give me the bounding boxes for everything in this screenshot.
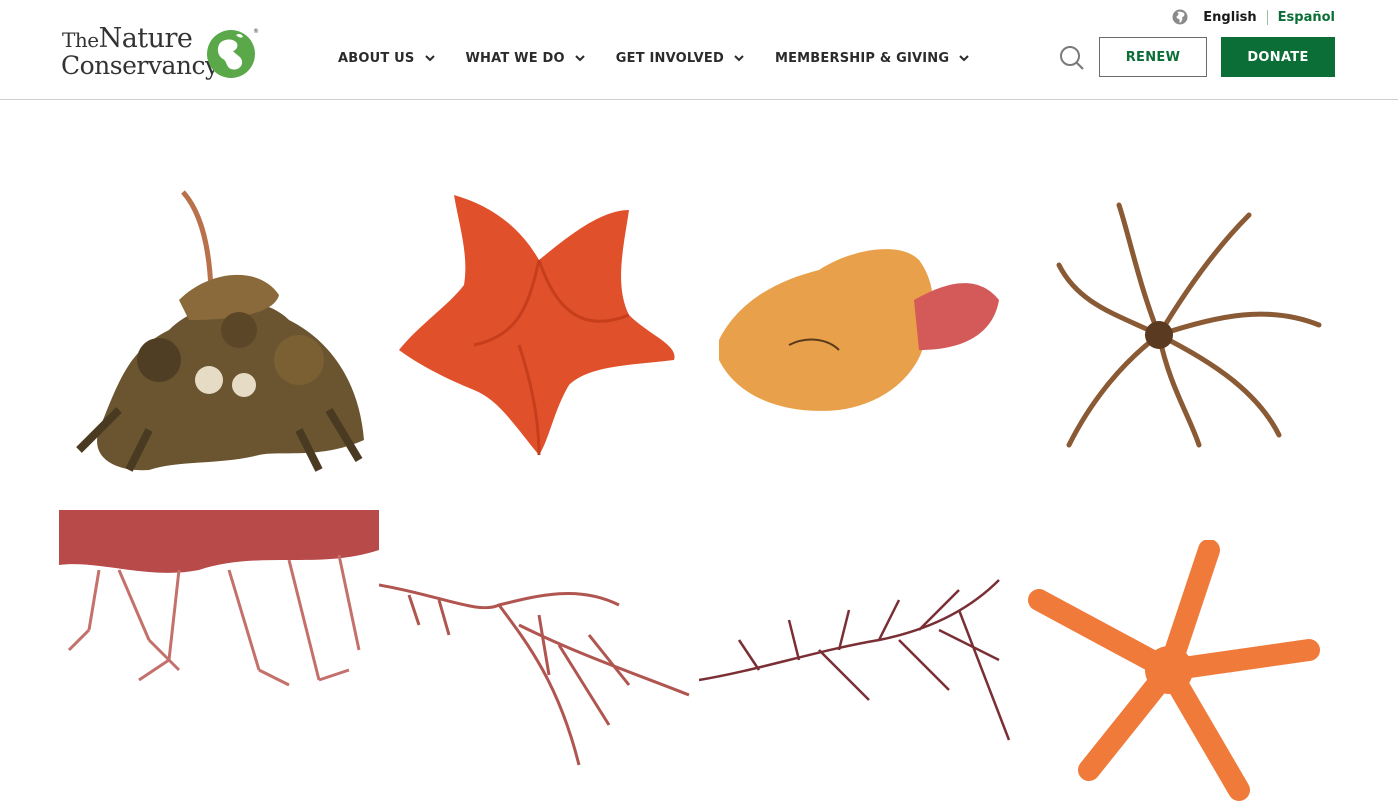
main-nav: ABOUT US WHAT WE DO GET INVOLVED MEMBERS… [338, 49, 1000, 67]
specimen-sea-sponge [699, 240, 1019, 420]
donate-button[interactable]: DONATE [1221, 37, 1335, 77]
specimen-decorator-crab [59, 180, 379, 480]
chevron-down-icon [959, 55, 969, 62]
logo-nature: Nature [98, 23, 193, 54]
globe-icon [1172, 9, 1188, 25]
red-seaweed-branching-image [699, 579, 1011, 741]
red-seaweed-feathery-image [379, 583, 690, 766]
renew-button[interactable]: RENEW [1099, 37, 1207, 77]
language-english[interactable]: English [1203, 9, 1268, 25]
sea-star-image [1028, 540, 1320, 801]
logo-conservancy: Conservancy [61, 51, 219, 80]
nav-get-involved[interactable]: GET INVOLVED [616, 49, 744, 67]
specimen-feather-star [1019, 195, 1339, 455]
specimen-sea-star [1019, 540, 1339, 810]
nav-what-we-do-label: WHAT WE DO [465, 50, 565, 66]
decorator-crab-image [76, 190, 364, 472]
nav-membership-giving[interactable]: MEMBERSHIP & GIVING [775, 49, 969, 67]
specimen-bat-star [379, 185, 699, 475]
nav-what-we-do[interactable]: WHAT WE DO [466, 49, 585, 67]
nav-membership-giving-label: MEMBERSHIP & GIVING [774, 50, 950, 66]
language-switcher: English Español [1172, 8, 1335, 26]
sea-sponge-image [719, 249, 999, 411]
specimen-red-seaweed-feathery [379, 565, 699, 775]
specimen-red-seaweed-branching [699, 570, 1019, 750]
nav-about-us[interactable]: ABOUT US [338, 49, 435, 67]
search-icon[interactable] [1059, 45, 1085, 71]
nav-get-involved-label: GET INVOLVED [615, 50, 724, 66]
chevron-down-icon [734, 55, 744, 62]
site-logo[interactable]: TheNature Conservancy ® [60, 24, 260, 84]
site-header: TheNature Conservancy ® English Español … [0, 0, 1398, 100]
red-algae-image [59, 510, 379, 687]
language-espanol[interactable]: Español [1268, 10, 1335, 25]
feather-star-image [1056, 202, 1322, 448]
chevron-down-icon [575, 55, 585, 62]
logo-the: The [62, 28, 99, 52]
nav-about-us-label: ABOUT US [338, 50, 415, 66]
svg-text:®: ® [253, 28, 259, 35]
chevron-down-icon [424, 55, 435, 62]
bat-star-image [399, 195, 675, 456]
specimen-gallery [59, 170, 1339, 811]
specimen-red-algae [59, 510, 379, 690]
tnc-leaf-globe-icon: ® [207, 28, 259, 78]
